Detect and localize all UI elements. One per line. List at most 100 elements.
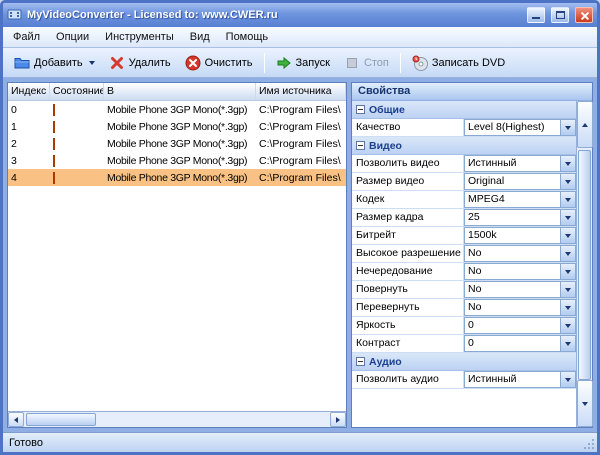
format-cell: Mobile Phone 3GP Mono(*.3gp): [107, 120, 248, 133]
property-row[interactable]: Яркость 0: [352, 317, 576, 335]
minimize-button[interactable]: [527, 7, 545, 23]
property-value-combo[interactable]: MPEG4: [464, 191, 576, 208]
property-group-label: Общие: [369, 103, 405, 116]
column-header-status[interactable]: Состояние: [50, 83, 104, 100]
collapse-icon[interactable]: [356, 141, 365, 150]
table-row[interactable]: 2 Mobile Phone 3GP Mono(*.3gp) C:\Progra…: [8, 135, 346, 152]
chevron-down-icon[interactable]: [560, 318, 575, 333]
column-header-index[interactable]: Индекс: [8, 83, 50, 100]
status-cell: [50, 154, 104, 167]
property-row[interactable]: Высокое разрешение No: [352, 245, 576, 263]
clear-button[interactable]: Очистить: [178, 52, 260, 74]
property-value-combo[interactable]: No: [464, 245, 576, 262]
column-header-source[interactable]: Имя источника: [256, 83, 346, 100]
menu-item-help[interactable]: Помощь: [218, 27, 277, 47]
property-row[interactable]: Размер кадра 25: [352, 209, 576, 227]
h-scrollbar[interactable]: [8, 411, 346, 427]
chevron-down-icon[interactable]: [560, 300, 575, 315]
menu-item-tools[interactable]: Инструменты: [97, 27, 182, 47]
close-button[interactable]: [575, 7, 593, 23]
stop-button[interactable]: Стоп: [337, 52, 396, 74]
chevron-down-icon[interactable]: [560, 228, 575, 243]
scroll-right-button[interactable]: [330, 412, 346, 427]
status-icon: [53, 103, 55, 116]
property-value-combo[interactable]: Original: [464, 173, 576, 190]
h-scroll-track[interactable]: [96, 412, 330, 427]
v-scrollbar[interactable]: [576, 101, 593, 427]
property-value: 0: [468, 337, 474, 349]
property-value-combo[interactable]: Истинный: [464, 155, 576, 172]
chevron-down-icon[interactable]: [560, 210, 575, 225]
format-cell: Mobile Phone 3GP Mono(*.3gp): [107, 137, 248, 150]
property-row[interactable]: Битрейт 1500k: [352, 227, 576, 245]
property-value-combo[interactable]: No: [464, 281, 576, 298]
menu-item-file[interactable]: Файл: [5, 27, 48, 47]
column-header-format[interactable]: В: [104, 83, 256, 100]
property-row[interactable]: Позволить аудио Истинный: [352, 371, 576, 389]
v-scroll-thumb[interactable]: [578, 150, 591, 380]
h-scroll-thumb[interactable]: [26, 413, 96, 426]
menu-item-options[interactable]: Опции: [48, 27, 97, 47]
property-value-combo[interactable]: 1500k: [464, 227, 576, 244]
property-row[interactable]: Качество Level 8(Highest): [352, 119, 576, 137]
property-row[interactable]: Повернуть No: [352, 281, 576, 299]
property-label: Битрейт: [352, 227, 464, 244]
property-value: 1500k: [468, 229, 497, 241]
property-value-combo[interactable]: No: [464, 263, 576, 280]
chevron-down-icon[interactable]: [560, 336, 575, 351]
property-value-combo[interactable]: Level 8(Highest): [464, 119, 576, 136]
resize-grip[interactable]: [583, 438, 595, 450]
scroll-left-button[interactable]: [8, 412, 24, 427]
scroll-down-button[interactable]: [577, 380, 593, 427]
record-dvd-button[interactable]: Записать DVD: [405, 52, 512, 74]
property-row[interactable]: Размер видео Original: [352, 173, 576, 191]
table-row[interactable]: 0 Mobile Phone 3GP Mono(*.3gp) C:\Progra…: [8, 101, 346, 118]
property-value: No: [468, 265, 482, 277]
property-value-combo[interactable]: No: [464, 299, 576, 316]
chevron-down-icon[interactable]: [560, 246, 575, 261]
index-cell: 4: [11, 171, 17, 184]
status-icon: [53, 137, 55, 150]
property-group-video[interactable]: Видео: [352, 137, 576, 155]
chevron-down-icon[interactable]: [560, 264, 575, 279]
start-button[interactable]: Запуск: [269, 52, 337, 74]
chevron-down-icon[interactable]: [560, 372, 575, 387]
collapse-icon[interactable]: [356, 357, 365, 366]
table-row-selected[interactable]: 4 Mobile Phone 3GP Mono(*.3gp) C:\Progra…: [8, 169, 346, 186]
property-row[interactable]: Кодек MPEG4: [352, 191, 576, 209]
property-value-combo[interactable]: 0: [464, 317, 576, 334]
property-row[interactable]: Позволить видео Истинный: [352, 155, 576, 173]
table-row[interactable]: 3 Mobile Phone 3GP Mono(*.3gp) C:\Progra…: [8, 152, 346, 169]
property-group-audio[interactable]: Аудио: [352, 353, 576, 371]
property-value: No: [468, 247, 482, 259]
start-button-label: Запуск: [295, 56, 330, 69]
clear-button-label: Очистить: [204, 56, 253, 69]
property-label: Перевернуть: [352, 299, 464, 316]
property-value-combo[interactable]: 0: [464, 335, 576, 352]
chevron-down-icon[interactable]: [560, 156, 575, 171]
property-label: Позволить видео: [352, 155, 464, 172]
table-row[interactable]: 1 Mobile Phone 3GP Mono(*.3gp) C:\Progra…: [8, 118, 346, 135]
scroll-up-button[interactable]: [577, 101, 593, 148]
menu-item-view[interactable]: Вид: [182, 27, 218, 47]
property-row[interactable]: Нечередование No: [352, 263, 576, 281]
file-table: Индекс Состояние В Имя источника 0 Mobil…: [7, 82, 347, 428]
chevron-down-icon[interactable]: [560, 282, 575, 297]
delete-button[interactable]: Удалить: [102, 52, 178, 74]
collapse-icon[interactable]: [356, 105, 365, 114]
property-value: Level 8(Highest): [468, 121, 545, 133]
property-label: Качество: [352, 119, 464, 136]
maximize-button[interactable]: [551, 7, 569, 23]
add-button[interactable]: Добавить: [7, 52, 102, 74]
property-row[interactable]: Контраст 0: [352, 335, 576, 353]
property-value-combo[interactable]: Истинный: [464, 371, 576, 388]
status-cell: [50, 171, 104, 184]
format-cell: Mobile Phone 3GP Mono(*.3gp): [107, 103, 248, 116]
chevron-down-icon[interactable]: [560, 174, 575, 189]
property-value-combo[interactable]: 25: [464, 209, 576, 226]
chevron-down-icon[interactable]: [560, 120, 575, 135]
app-icon[interactable]: [7, 7, 23, 23]
property-row[interactable]: Перевернуть No: [352, 299, 576, 317]
chevron-down-icon[interactable]: [560, 192, 575, 207]
property-group-general[interactable]: Общие: [352, 101, 576, 119]
